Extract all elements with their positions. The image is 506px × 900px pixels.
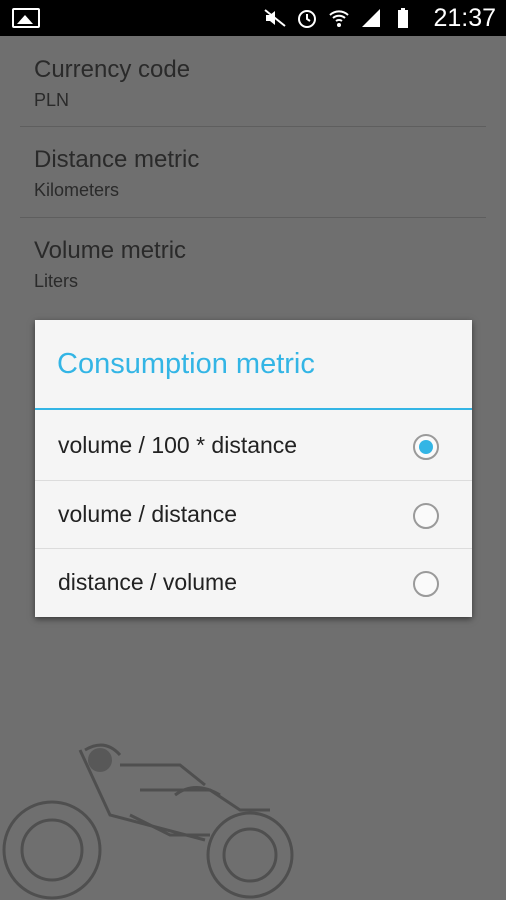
- pref-distance-metric[interactable]: Distance metric Kilometers: [34, 146, 486, 201]
- pref-title: Distance metric: [34, 146, 200, 173]
- dialog-title: Consumption metric: [57, 348, 315, 380]
- option-label: volume / 100 * distance: [58, 432, 298, 458]
- divider: [20, 217, 486, 218]
- status-icons: [264, 6, 414, 30]
- pref-summary: Kilometers: [34, 180, 120, 200]
- mute-icon: [264, 7, 286, 29]
- divider: [20, 126, 486, 127]
- clock: 21:37: [433, 4, 496, 32]
- radio-selected[interactable]: [413, 434, 439, 460]
- pref-title: Currency code: [34, 56, 191, 83]
- consumption-metric-dialog: Consumption metric volume / 100 * distan…: [35, 320, 472, 617]
- option-label: distance / volume: [58, 569, 237, 595]
- option-volume-per-100-distance[interactable]: volume / 100 * distance: [35, 412, 472, 480]
- radio-unselected[interactable]: [413, 503, 439, 529]
- status-bar: 21:37: [0, 0, 506, 36]
- pref-summary: Liters: [34, 271, 79, 291]
- battery-icon: [392, 7, 414, 29]
- signal-icon: [360, 7, 382, 29]
- wifi-icon: [328, 7, 350, 29]
- motorcycle-illustration: [2, 743, 294, 900]
- radio-unselected[interactable]: [413, 571, 439, 597]
- pref-summary: PLN: [34, 90, 70, 110]
- option-distance-per-volume[interactable]: distance / volume: [35, 549, 472, 617]
- notification-image-icon: [12, 8, 40, 28]
- pref-title: Volume metric: [34, 237, 187, 264]
- option-label: volume / distance: [58, 501, 237, 527]
- dialog-title-divider: [35, 408, 472, 410]
- pref-currency-code[interactable]: Currency code PLN: [34, 56, 486, 111]
- option-volume-per-distance[interactable]: volume / distance: [35, 481, 472, 549]
- pref-volume-metric[interactable]: Volume metric Liters: [34, 237, 486, 292]
- alarm-icon: [296, 7, 318, 29]
